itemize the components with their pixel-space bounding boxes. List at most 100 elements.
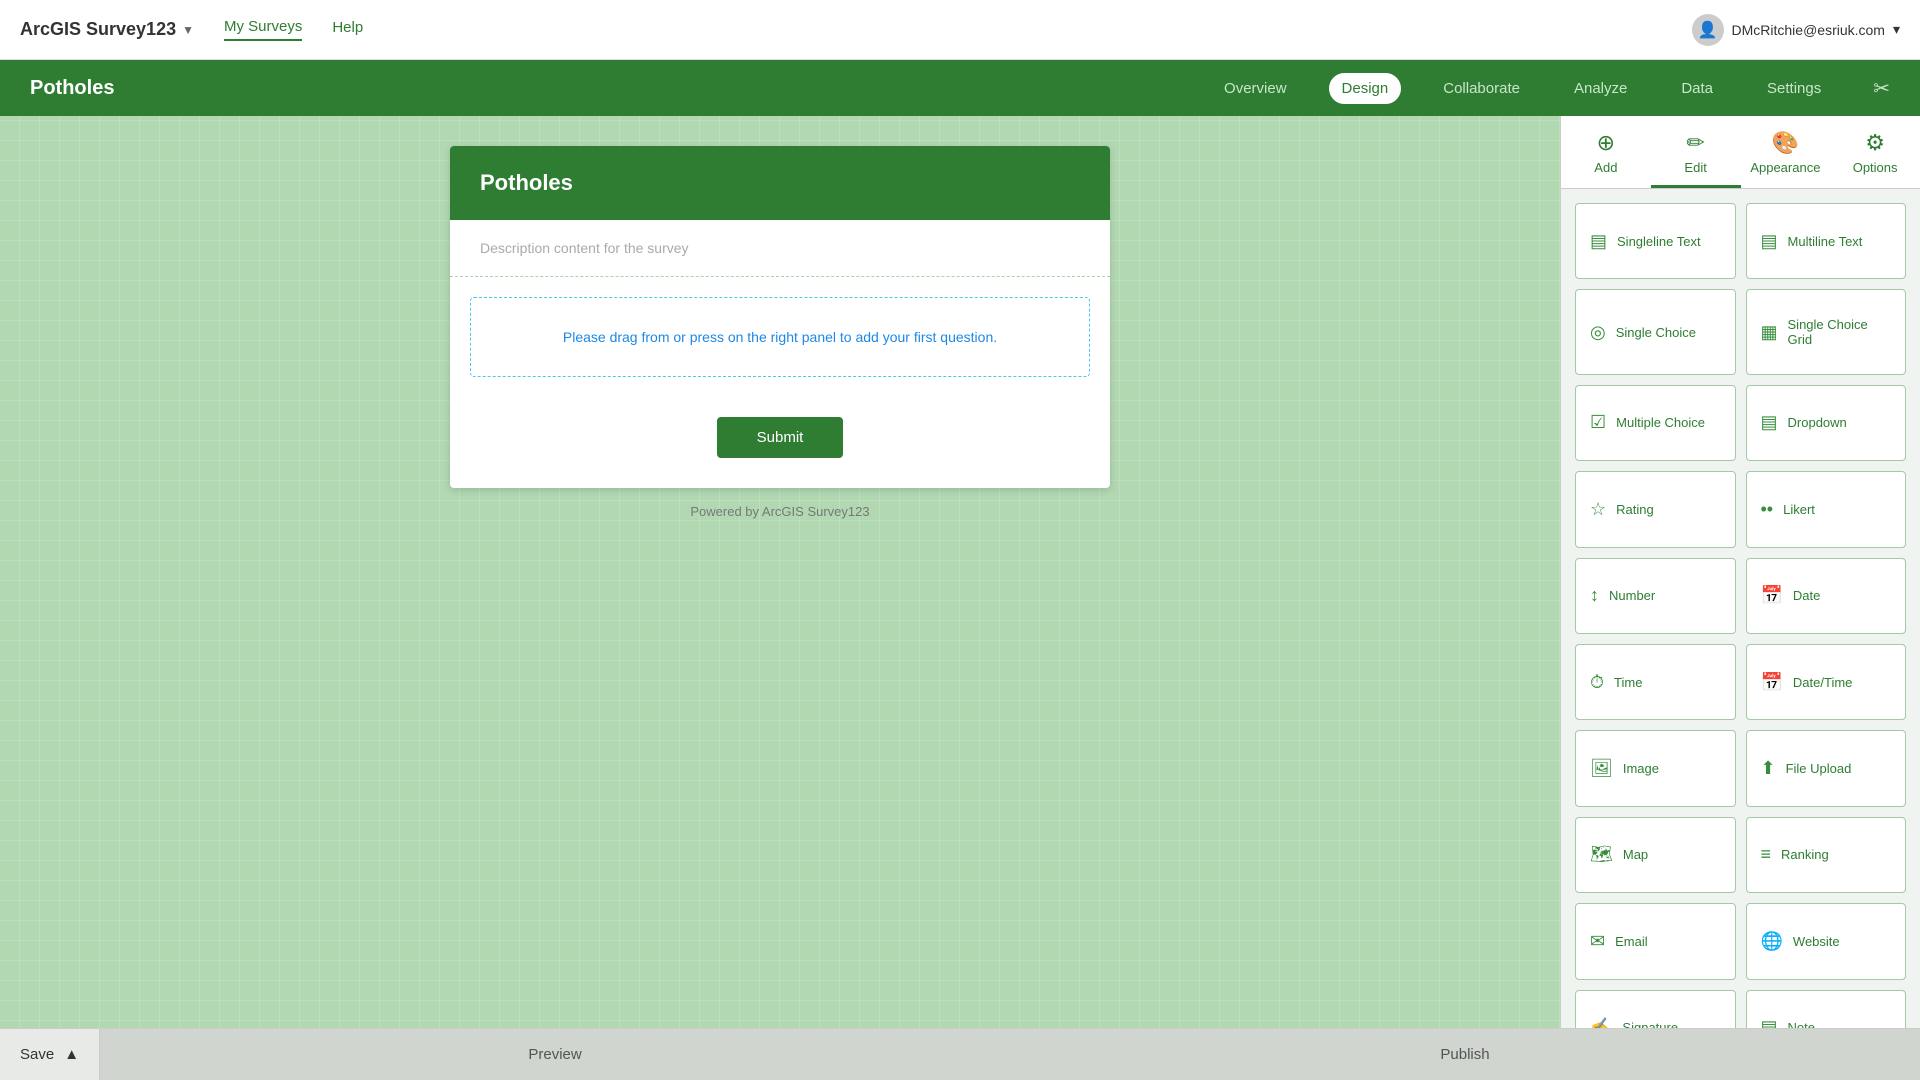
options-icon: ⚙ bbox=[1865, 130, 1885, 156]
question-type-dropdown[interactable]: ▤Dropdown bbox=[1746, 385, 1907, 461]
qtype-label-0: Singleline Text bbox=[1617, 234, 1701, 249]
question-type-single-choice[interactable]: ◎ Single Choice bbox=[1575, 289, 1736, 374]
survey-title: Potholes bbox=[30, 77, 114, 100]
tab-edit-label: Edit bbox=[1684, 160, 1706, 175]
question-type-file-upload[interactable]: ⬆ File Upload bbox=[1746, 730, 1907, 806]
question-type-email[interactable]: ✉ Email bbox=[1575, 903, 1736, 979]
survey-preview-area: Potholes Description content for the sur… bbox=[0, 116, 1560, 1080]
qtype-icon-15: ≡ bbox=[1761, 844, 1772, 865]
question-type-website[interactable]: 🌐Website bbox=[1746, 903, 1907, 979]
question-type-grid: ▤Singleline Text▤Multiline Text◎Single C… bbox=[1561, 189, 1920, 1080]
question-type-multiple-choice[interactable]: ☑ Multiple Choice bbox=[1575, 385, 1736, 461]
qtype-icon-8: ↕ bbox=[1590, 585, 1599, 606]
save-label: Save bbox=[20, 1046, 54, 1063]
qtype-label-11: Date/Time bbox=[1793, 675, 1852, 690]
nav-overview[interactable]: Overview bbox=[1212, 74, 1299, 103]
nav-collaborate[interactable]: Collaborate bbox=[1431, 74, 1532, 103]
question-type-date[interactable]: 📅 Date bbox=[1746, 558, 1907, 634]
right-panel-tabs: ⊕ Add ✏ Edit 🎨 Appearance ⚙ Options bbox=[1561, 116, 1920, 189]
user-menu[interactable]: 👤 DMcRitchie@esriuk.com ▾ bbox=[1692, 14, 1901, 46]
username: DMcRitchie@esriuk.com bbox=[1732, 22, 1885, 38]
survey-card-header: Potholes bbox=[450, 146, 1110, 220]
qtype-icon-12: 🖼 bbox=[1590, 758, 1613, 779]
question-type-rating[interactable]: ☆ Rating bbox=[1575, 471, 1736, 547]
qtype-label-16: Email bbox=[1615, 934, 1648, 949]
user-dropdown-arrow: ▾ bbox=[1893, 21, 1900, 38]
survey-nav: Overview Design Collaborate Analyze Data… bbox=[1212, 73, 1833, 104]
qtype-icon-4: ☑ bbox=[1590, 412, 1606, 433]
qtype-icon-6: ☆ bbox=[1590, 499, 1606, 520]
question-type-date/time[interactable]: 📅 Date/Time bbox=[1746, 644, 1907, 720]
question-type-map[interactable]: 🗺 Map bbox=[1575, 817, 1736, 893]
tab-options-label: Options bbox=[1853, 160, 1898, 175]
scissors-icon[interactable]: ✂ bbox=[1873, 76, 1890, 101]
qtype-icon-16: ✉ bbox=[1590, 931, 1605, 952]
survey-drop-zone[interactable]: Please drag from or press on the right p… bbox=[470, 297, 1090, 377]
qtype-label-6: Rating bbox=[1616, 502, 1654, 517]
qtype-label-3: Single Choice Grid bbox=[1788, 317, 1891, 347]
main-content: Potholes Description content for the sur… bbox=[0, 116, 1920, 1080]
qtype-label-12: Image bbox=[1623, 761, 1659, 776]
question-type-singleline-text[interactable]: ▤Singleline Text bbox=[1575, 203, 1736, 279]
app-logo[interactable]: ArcGIS Survey123 ▼ bbox=[20, 19, 194, 40]
qtype-icon-2: ◎ bbox=[1590, 322, 1606, 343]
preview-button[interactable]: Preview bbox=[100, 1029, 1010, 1080]
survey-card-title: Potholes bbox=[480, 170, 573, 195]
tab-edit[interactable]: ✏ Edit bbox=[1651, 116, 1741, 188]
qtype-label-1: Multiline Text bbox=[1788, 234, 1863, 249]
save-area[interactable]: Save ▲ bbox=[0, 1029, 100, 1080]
help-link[interactable]: Help bbox=[332, 19, 363, 40]
qtype-icon-3: ▦ bbox=[1761, 322, 1778, 343]
qtype-label-7: Likert bbox=[1783, 502, 1815, 517]
qtype-icon-14: 🗺 bbox=[1590, 844, 1613, 865]
nav-data[interactable]: Data bbox=[1669, 74, 1725, 103]
tab-appearance-label: Appearance bbox=[1750, 160, 1820, 175]
survey-card: Potholes Description content for the sur… bbox=[450, 146, 1110, 488]
right-panel: ⊕ Add ✏ Edit 🎨 Appearance ⚙ Options ▤Sin… bbox=[1560, 116, 1920, 1080]
add-icon: ⊕ bbox=[1597, 130, 1615, 156]
logo-dropdown-arrow[interactable]: ▼ bbox=[182, 23, 194, 37]
qtype-icon-9: 📅 bbox=[1761, 585, 1783, 606]
top-navigation: ArcGIS Survey123 ▼ My Surveys Help 👤 DMc… bbox=[0, 0, 1920, 60]
question-type-multiline-text[interactable]: ▤ Multiline Text bbox=[1746, 203, 1907, 279]
submit-button[interactable]: Submit bbox=[717, 417, 844, 458]
avatar: 👤 bbox=[1692, 14, 1724, 46]
edit-icon: ✏ bbox=[1686, 130, 1704, 156]
qtype-label-10: Time bbox=[1614, 675, 1642, 690]
qtype-icon-5: ▤ bbox=[1761, 412, 1778, 433]
logo-text: ArcGIS Survey123 bbox=[20, 19, 176, 40]
nav-design[interactable]: Design bbox=[1329, 73, 1402, 104]
save-arrow[interactable]: ▲ bbox=[64, 1046, 79, 1063]
qtype-label-9: Date bbox=[1793, 588, 1820, 603]
qtype-label-4: Multiple Choice bbox=[1616, 415, 1705, 430]
drop-hint: Please drag from or press on the right p… bbox=[563, 329, 997, 345]
qtype-icon-17: 🌐 bbox=[1761, 931, 1783, 952]
tab-add[interactable]: ⊕ Add bbox=[1561, 116, 1651, 188]
tab-options[interactable]: ⚙ Options bbox=[1830, 116, 1920, 188]
my-surveys-link[interactable]: My Surveys bbox=[224, 18, 302, 41]
question-type-image[interactable]: 🖼 Image bbox=[1575, 730, 1736, 806]
question-type-ranking[interactable]: ≡Ranking bbox=[1746, 817, 1907, 893]
qtype-icon-1: ▤ bbox=[1761, 231, 1778, 252]
qtype-label-13: File Upload bbox=[1786, 761, 1852, 776]
question-type-time[interactable]: ⏱ Time bbox=[1575, 644, 1736, 720]
tab-appearance[interactable]: 🎨 Appearance bbox=[1741, 116, 1831, 188]
qtype-label-2: Single Choice bbox=[1616, 325, 1696, 340]
question-type-single-choice-grid[interactable]: ▦ Single Choice Grid bbox=[1746, 289, 1907, 374]
nav-analyze[interactable]: Analyze bbox=[1562, 74, 1639, 103]
survey-submit-area: Submit bbox=[450, 397, 1110, 488]
tab-add-label: Add bbox=[1594, 160, 1617, 175]
qtype-label-14: Map bbox=[1623, 847, 1648, 862]
bottom-bar: Save ▲ Preview Publish bbox=[0, 1028, 1920, 1080]
question-type-likert[interactable]: •• Likert bbox=[1746, 471, 1907, 547]
nav-settings[interactable]: Settings bbox=[1755, 74, 1833, 103]
qtype-label-8: Number bbox=[1609, 588, 1655, 603]
qtype-icon-7: •• bbox=[1761, 499, 1774, 520]
survey-toolbar: Potholes Overview Design Collaborate Ana… bbox=[0, 60, 1920, 116]
qtype-icon-11: 📅 bbox=[1761, 672, 1783, 693]
question-type-number[interactable]: ↕ Number bbox=[1575, 558, 1736, 634]
qtype-icon-13: ⬆ bbox=[1761, 758, 1776, 779]
publish-button[interactable]: Publish bbox=[1010, 1029, 1920, 1080]
survey-description[interactable]: Description content for the survey bbox=[450, 220, 1110, 277]
qtype-icon-10: ⏱ bbox=[1590, 672, 1604, 693]
